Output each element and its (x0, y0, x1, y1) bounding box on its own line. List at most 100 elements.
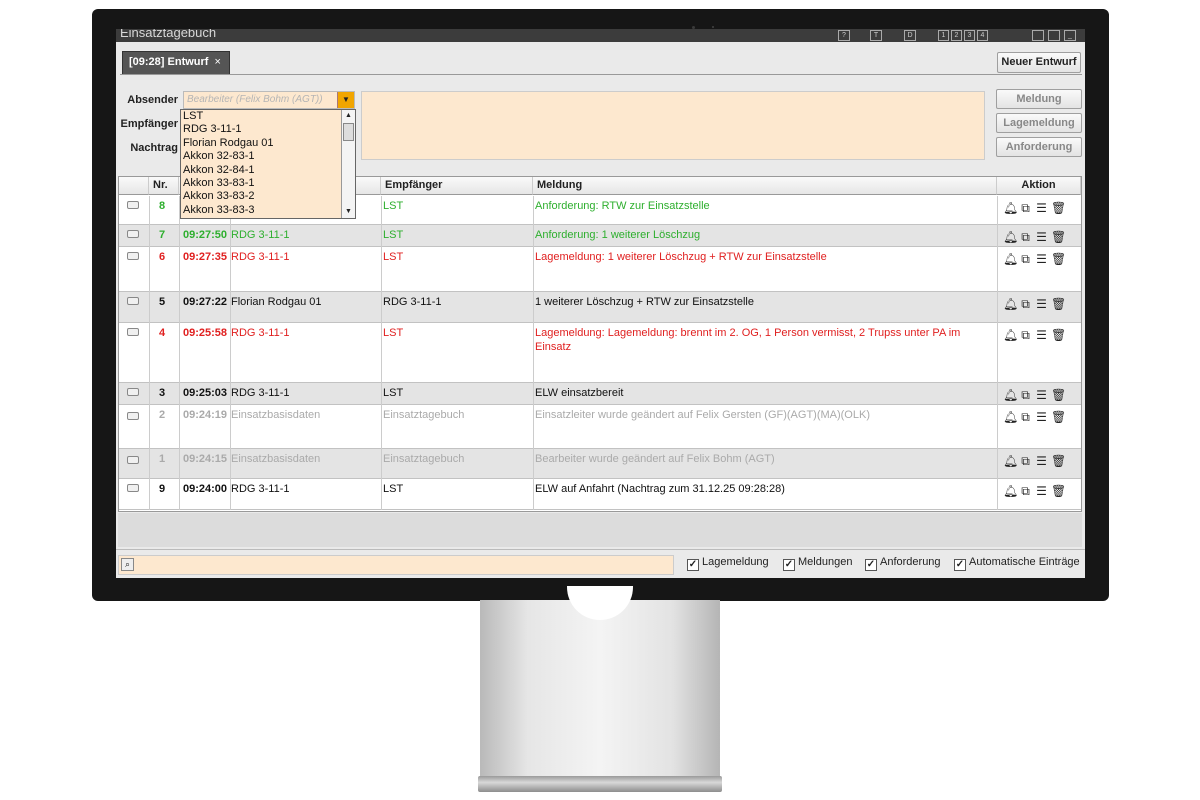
copy-icon[interactable]: ⧉ (1019, 454, 1035, 469)
filter-anforderung-label: Anforderung (880, 556, 941, 568)
checkbox-anforderung[interactable]: ✓ (865, 559, 877, 571)
header-nr[interactable]: Nr. (149, 177, 179, 195)
table-row[interactable]: 9 09:24:00 RDG 3-11-1 LST ELW auf Anfahrt (N… (119, 479, 1081, 510)
row-message: Einsatzleiter wurde geändert auf Felix G… (535, 409, 870, 421)
row-actions: 🔔︎⧉ ☰🗑︎ (1003, 408, 1067, 425)
header-empfaenger[interactable]: Empfänger (381, 177, 533, 195)
window-button-2[interactable]: 2 (951, 30, 962, 41)
search-icon[interactable]: ⌕ (121, 558, 134, 571)
delete-icon[interactable]: 🗑︎ (1051, 388, 1067, 402)
delete-icon[interactable]: 🗑︎ (1051, 454, 1067, 468)
dropdown-option[interactable]: Akkon 32-83-1 (181, 150, 355, 163)
scroll-thumb[interactable] (343, 123, 354, 141)
copy-icon[interactable]: ⧉ (1019, 297, 1035, 312)
filter-icon[interactable]: ☰ (1035, 484, 1051, 498)
new-draft-button[interactable]: Neuer Entwurf (997, 52, 1081, 73)
checkbox-automatische[interactable]: ✓ (954, 559, 966, 571)
copy-icon[interactable]: ⧉ (1019, 201, 1035, 216)
restore-button[interactable] (1032, 30, 1044, 41)
tab-draft[interactable]: [09:28] Entwurf × (122, 51, 230, 74)
table-row[interactable]: 2 09:24:19 Einsatzbasisdaten Einsatztagebuc… (119, 405, 1081, 449)
filter-icon[interactable]: ☰ (1035, 328, 1051, 342)
bell-icon[interactable]: 🔔︎ (1003, 252, 1019, 266)
filter-icon[interactable]: ☰ (1035, 252, 1051, 266)
scroll-up-icon[interactable]: ▲ (342, 110, 355, 122)
row-actions: 🔔︎⧉ ☰🗑︎ (1003, 452, 1067, 469)
search-input[interactable]: ⌕ (118, 555, 674, 575)
copy-icon[interactable]: ⧉ (1019, 410, 1035, 425)
chevron-down-icon[interactable]: ▼ (337, 92, 354, 108)
delete-icon[interactable]: 🗑︎ (1051, 230, 1067, 244)
header-meldung[interactable]: Meldung (533, 177, 997, 195)
filter-automatische[interactable]: ✓ Automatische Einträge (954, 556, 1080, 571)
bell-icon[interactable]: 🔔︎ (1003, 297, 1019, 311)
window-button-d[interactable]: D (904, 30, 916, 41)
filter-anforderung[interactable]: ✓ Anforderung (865, 556, 941, 571)
delete-icon[interactable]: 🗑︎ (1051, 201, 1067, 215)
filter-icon[interactable]: ☰ (1035, 201, 1051, 215)
bell-icon[interactable]: 🔔︎ (1003, 328, 1019, 342)
row-message: ELW einsatzbereit (535, 387, 624, 399)
column-divider (997, 479, 998, 510)
column-divider (381, 247, 382, 292)
table-row[interactable]: 5 09:27:22 Florian Rodgau 01 RDG 3-11-1 1 we… (119, 292, 1081, 323)
table-row[interactable]: 3 09:25:03 RDG 3-11-1 LST ELW einsatzbereit 🔔… (119, 383, 1081, 405)
checkbox-lagemeldung[interactable]: ✓ (687, 559, 699, 571)
bell-icon[interactable]: 🔔︎ (1003, 388, 1019, 402)
lagemeldung-button[interactable]: Lagemeldung (996, 113, 1082, 133)
bell-icon[interactable]: 🔔︎ (1003, 410, 1019, 424)
column-divider (997, 383, 998, 405)
window-button-4[interactable]: 4 (977, 30, 988, 41)
delete-icon[interactable]: 🗑︎ (1051, 328, 1067, 342)
table-row[interactable]: 4 09:25:58 RDG 3-11-1 LST Lagemeldung: Lagem… (119, 323, 1081, 383)
filter-lagemeldung-label: Lagemeldung (702, 556, 769, 568)
row-number: 9 (159, 483, 166, 495)
bell-icon[interactable]: 🔔︎ (1003, 201, 1019, 215)
maximize-button[interactable] (1048, 30, 1060, 41)
copy-icon[interactable]: ⧉ (1019, 328, 1035, 343)
window-button-1[interactable]: 1 (938, 30, 949, 41)
row-recipient: LST (383, 229, 404, 241)
filter-icon[interactable]: ☰ (1035, 230, 1051, 244)
bell-icon[interactable]: 🔔︎ (1003, 484, 1019, 498)
delete-icon[interactable]: 🗑︎ (1051, 484, 1067, 498)
dropdown-option[interactable]: Florian Rodgau 01 (181, 137, 355, 150)
window-button-t[interactable]: T (870, 30, 882, 41)
copy-icon[interactable]: ⧉ (1019, 230, 1035, 245)
scroll-down-icon[interactable]: ▼ (342, 206, 355, 218)
meldung-button[interactable]: Meldung (996, 89, 1082, 109)
dropdown-option[interactable]: Akkon 33-83-3 (181, 204, 355, 217)
filter-lagemeldung[interactable]: ✓ Lagemeldung (687, 556, 769, 571)
window-button-3[interactable]: 3 (964, 30, 975, 41)
copy-icon[interactable]: ⧉ (1019, 484, 1035, 499)
delete-icon[interactable]: 🗑︎ (1051, 252, 1067, 266)
filter-meldungen[interactable]: ✓ Meldungen (783, 556, 852, 571)
column-divider (179, 449, 180, 479)
table-row[interactable]: 1 09:24:15 Einsatzbasisdaten Einsatztagebuc… (119, 449, 1081, 479)
help-button[interactable]: ? (838, 30, 850, 41)
dropdown-option[interactable]: LST (181, 110, 355, 123)
close-icon[interactable]: × (214, 56, 220, 68)
bell-icon[interactable]: 🔔︎ (1003, 230, 1019, 244)
message-input[interactable] (361, 91, 985, 160)
copy-icon[interactable]: ⧉ (1019, 388, 1035, 403)
filter-icon[interactable]: ☰ (1035, 388, 1051, 402)
dropdown-option[interactable]: Akkon 33-83-1 (181, 177, 355, 190)
absender-select[interactable]: Bearbeiter (Felix Bohm (AGT)) ▼ (183, 91, 355, 109)
dropdown-option[interactable]: RDG 3-11-1 (181, 123, 355, 136)
filter-icon[interactable]: ☰ (1035, 297, 1051, 311)
dropdown-scrollbar[interactable]: ▲ ▼ (341, 110, 355, 218)
copy-icon[interactable]: ⧉ (1019, 252, 1035, 267)
delete-icon[interactable]: 🗑︎ (1051, 410, 1067, 424)
checkbox-meldungen[interactable]: ✓ (783, 559, 795, 571)
dropdown-option[interactable]: Akkon 32-84-1 (181, 164, 355, 177)
dropdown-option[interactable]: Akkon 33-83-2 (181, 190, 355, 203)
bell-icon[interactable]: 🔔︎ (1003, 454, 1019, 468)
minimize-button[interactable]: _ (1064, 30, 1076, 41)
filter-icon[interactable]: ☰ (1035, 410, 1051, 424)
filter-icon[interactable]: ☰ (1035, 454, 1051, 468)
table-row[interactable]: 6 09:27:35 RDG 3-11-1 LST Lagemeldung: 1 wei… (119, 247, 1081, 292)
anforderung-button[interactable]: Anforderung (996, 137, 1082, 157)
delete-icon[interactable]: 🗑︎ (1051, 297, 1067, 311)
table-row[interactable]: 7 09:27:50 RDG 3-11-1 LST Anforderung: 1 wei… (119, 225, 1081, 247)
